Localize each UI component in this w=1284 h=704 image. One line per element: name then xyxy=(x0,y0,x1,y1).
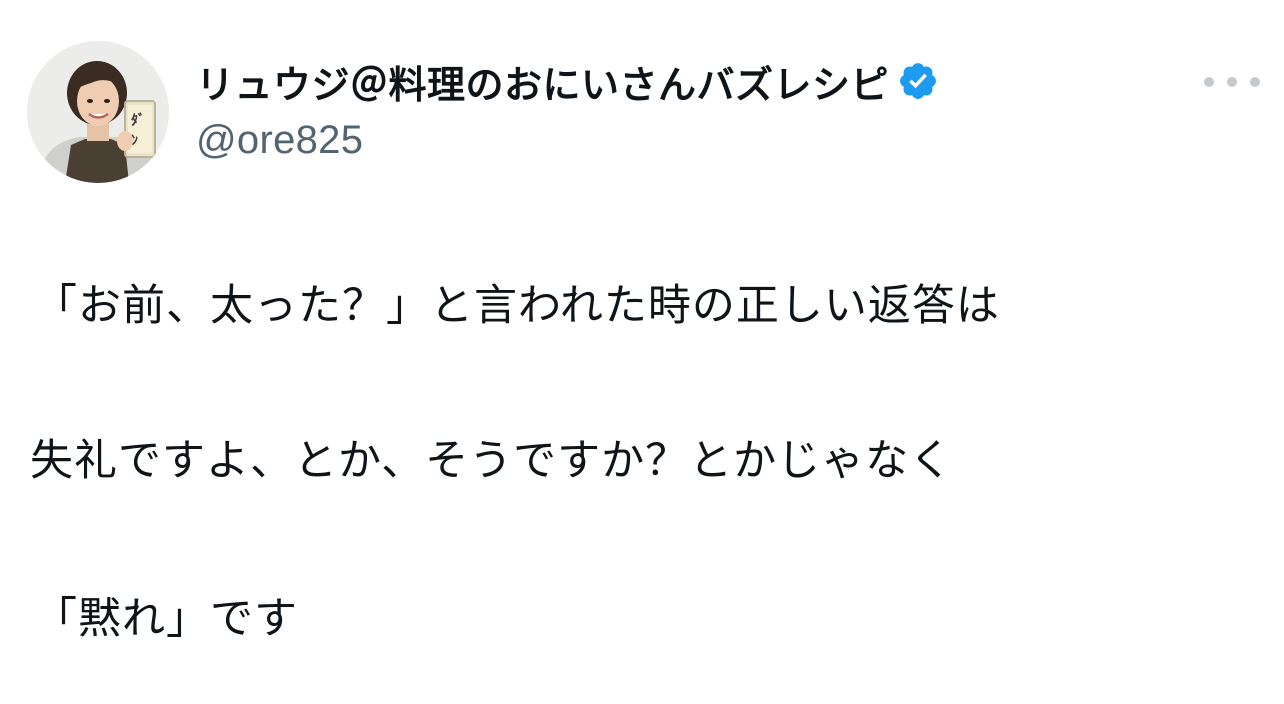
author-handle[interactable]: @ore825 xyxy=(196,118,939,163)
verified-badge-icon xyxy=(897,60,939,102)
tweet-text-line: 失礼ですよ、とか、そうですか？とかじゃなく xyxy=(30,436,954,486)
tweet-text-line: 「黙れ」です xyxy=(34,594,298,644)
more-horizontal-icon-dot xyxy=(1250,77,1260,87)
avatar-photo: ﾀﾞ ﾝ xyxy=(27,41,169,183)
more-horizontal-icon-dot xyxy=(1227,77,1237,87)
more-horizontal-icon xyxy=(1204,77,1214,87)
author-display-name[interactable]: リュウジ＠料理のおにいさんバズレシピ xyxy=(196,54,889,109)
author-name-row: リュウジ＠料理のおにいさんバズレシピ xyxy=(196,52,939,110)
tweet-card: ﾀﾞ ﾝ リュウジ＠料理のおにいさんバズレシピ @ore825 「お前、太った？… xyxy=(0,0,1284,704)
more-options-button[interactable] xyxy=(1204,62,1260,102)
svg-text:ﾀﾞ: ﾀﾞ xyxy=(131,112,145,129)
tweet-text-line: 「お前、太った？」と言われた時の正しい返答は xyxy=(34,281,1000,331)
author-block: リュウジ＠料理のおにいさんバズレシピ @ore825 xyxy=(196,52,939,163)
avatar[interactable]: ﾀﾞ ﾝ xyxy=(27,41,169,183)
